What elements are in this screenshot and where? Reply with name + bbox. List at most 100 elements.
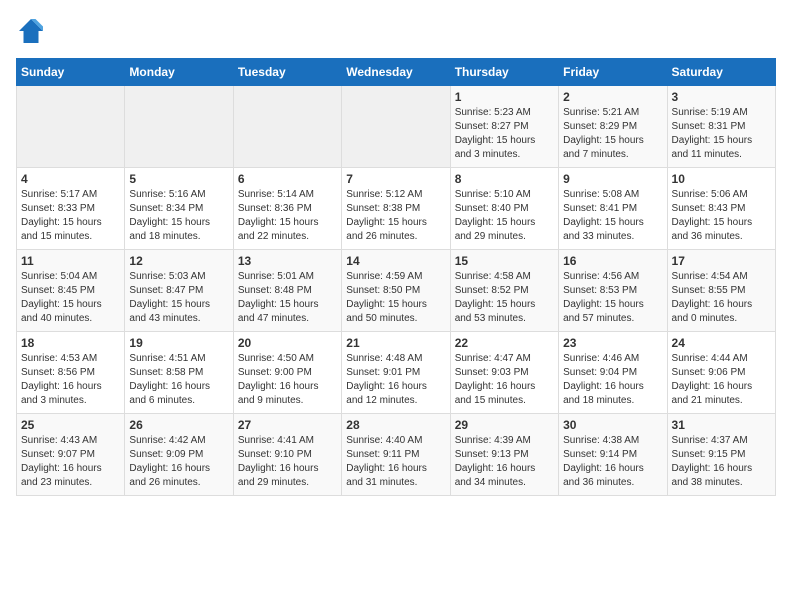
calendar-cell: 10 Sunrise: 5:06 AM Sunset: 8:43 PM Dayli…	[667, 168, 775, 250]
weekday-header-thursday: Thursday	[450, 59, 558, 86]
day-info: Sunrise: 4:50 AM Sunset: 9:00 PM Dayligh…	[238, 352, 337, 408]
day-number: 23	[563, 336, 662, 350]
calendar-cell: 13Sunrise: 5:01 AM Sunset: 8:48 PM Dayli…	[233, 250, 341, 332]
day-info: Sunrise: 4:37 AM Sunset: 9:15 PM Dayligh…	[672, 434, 771, 490]
day-number: 4	[21, 172, 120, 186]
day-number: 22	[455, 336, 554, 350]
calendar-cell: 19 Sunrise: 4:51 AM Sunset: 8:58 PM Dayli…	[125, 332, 233, 414]
day-info: Sunrise: 5:19 AM Sunset: 8:31 PM Dayligh…	[672, 106, 771, 162]
day-number: 10	[672, 172, 771, 186]
day-info: Sunrise: 5:03 AM Sunset: 8:47 PM Dayligh…	[129, 270, 228, 326]
day-number: 24	[672, 336, 771, 350]
day-info: Sunrise: 5:10 AM Sunset: 8:40 PM Dayligh…	[455, 188, 554, 244]
week-row-4: 18 Sunrise: 4:53 AM Sunset: 8:56 PM Dayli…	[17, 332, 776, 414]
week-row-5: 25 Sunrise: 4:43 AM Sunset: 9:07 PM Dayli…	[17, 414, 776, 496]
calendar-cell: 2 Sunrise: 5:21 AM Sunset: 8:29 PM Daylig…	[559, 86, 667, 168]
calendar-cell: 27 Sunrise: 4:41 AM Sunset: 9:10 PM Dayli…	[233, 414, 341, 496]
calendar-cell: 14 Sunrise: 4:59 AM Sunset: 8:50 PM Dayli…	[342, 250, 450, 332]
day-number: 20	[238, 336, 337, 350]
day-number: 14	[346, 254, 445, 268]
day-info: Sunrise: 4:41 AM Sunset: 9:10 PM Dayligh…	[238, 434, 337, 490]
day-number: 18	[21, 336, 120, 350]
day-info: Sunrise: 5:21 AM Sunset: 8:29 PM Dayligh…	[563, 106, 662, 162]
day-number: 6	[238, 172, 337, 186]
calendar-cell: 20 Sunrise: 4:50 AM Sunset: 9:00 PM Dayli…	[233, 332, 341, 414]
calendar-cell: 21 Sunrise: 4:48 AM Sunset: 9:01 PM Dayli…	[342, 332, 450, 414]
day-number: 15	[455, 254, 554, 268]
calendar-cell: 24 Sunrise: 4:44 AM Sunset: 9:06 PM Dayli…	[667, 332, 775, 414]
weekday-header-tuesday: Tuesday	[233, 59, 341, 86]
day-info: Sunrise: 4:40 AM Sunset: 9:11 PM Dayligh…	[346, 434, 445, 490]
day-info: Sunrise: 4:51 AM Sunset: 8:58 PM Dayligh…	[129, 352, 228, 408]
logo	[16, 16, 50, 46]
day-number: 17	[672, 254, 771, 268]
day-number: 21	[346, 336, 445, 350]
calendar-cell: 6 Sunrise: 5:14 AM Sunset: 8:36 PM Daylig…	[233, 168, 341, 250]
calendar-cell: 28 Sunrise: 4:40 AM Sunset: 9:11 PM Dayli…	[342, 414, 450, 496]
day-number: 2	[563, 90, 662, 104]
weekday-header-sunday: Sunday	[17, 59, 125, 86]
day-info: Sunrise: 5:06 AM Sunset: 8:43 PM Dayligh…	[672, 188, 771, 244]
calendar-cell: 11Sunrise: 5:04 AM Sunset: 8:45 PM Dayli…	[17, 250, 125, 332]
day-info: Sunrise: 4:53 AM Sunset: 8:56 PM Dayligh…	[21, 352, 120, 408]
day-number: 27	[238, 418, 337, 432]
week-row-2: 4 Sunrise: 5:17 AM Sunset: 8:33 PM Daylig…	[17, 168, 776, 250]
day-number: 13	[238, 254, 337, 268]
day-number: 16	[563, 254, 662, 268]
day-number: 28	[346, 418, 445, 432]
calendar-cell: 30Sunrise: 4:38 AM Sunset: 9:14 PM Dayli…	[559, 414, 667, 496]
day-info: Sunrise: 5:16 AM Sunset: 8:34 PM Dayligh…	[129, 188, 228, 244]
calendar-cell: 18 Sunrise: 4:53 AM Sunset: 8:56 PM Dayli…	[17, 332, 125, 414]
day-info: Sunrise: 5:23 AM Sunset: 8:27 PM Dayligh…	[455, 106, 554, 162]
weekday-header-wednesday: Wednesday	[342, 59, 450, 86]
calendar-cell: 25 Sunrise: 4:43 AM Sunset: 9:07 PM Dayli…	[17, 414, 125, 496]
day-number: 30	[563, 418, 662, 432]
calendar-cell: 16 Sunrise: 4:56 AM Sunset: 8:53 PM Dayli…	[559, 250, 667, 332]
day-info: Sunrise: 5:12 AM Sunset: 8:38 PM Dayligh…	[346, 188, 445, 244]
calendar-cell	[233, 86, 341, 168]
logo-icon	[16, 16, 46, 46]
day-info: Sunrise: 4:59 AM Sunset: 8:50 PM Dayligh…	[346, 270, 445, 326]
day-info: Sunrise: 4:54 AM Sunset: 8:55 PM Dayligh…	[672, 270, 771, 326]
day-info: Sunrise: 4:46 AM Sunset: 9:04 PM Dayligh…	[563, 352, 662, 408]
weekday-header-row: SundayMondayTuesdayWednesdayThursdayFrid…	[17, 59, 776, 86]
calendar-cell: 4 Sunrise: 5:17 AM Sunset: 8:33 PM Daylig…	[17, 168, 125, 250]
day-number: 9	[563, 172, 662, 186]
day-info: Sunrise: 5:04 AM Sunset: 8:45 PM Dayligh…	[21, 270, 120, 326]
calendar-cell: 29Sunrise: 4:39 AM Sunset: 9:13 PM Dayli…	[450, 414, 558, 496]
day-info: Sunrise: 4:44 AM Sunset: 9:06 PM Dayligh…	[672, 352, 771, 408]
calendar-cell: 17 Sunrise: 4:54 AM Sunset: 8:55 PM Dayli…	[667, 250, 775, 332]
calendar-cell: 5 Sunrise: 5:16 AM Sunset: 8:34 PM Daylig…	[125, 168, 233, 250]
week-row-1: 1 Sunrise: 5:23 AM Sunset: 8:27 PM Daylig…	[17, 86, 776, 168]
day-number: 5	[129, 172, 228, 186]
day-number: 1	[455, 90, 554, 104]
calendar-cell: 7 Sunrise: 5:12 AM Sunset: 8:38 PM Daylig…	[342, 168, 450, 250]
calendar-cell: 9 Sunrise: 5:08 AM Sunset: 8:41 PM Daylig…	[559, 168, 667, 250]
day-number: 25	[21, 418, 120, 432]
day-info: Sunrise: 5:14 AM Sunset: 8:36 PM Dayligh…	[238, 188, 337, 244]
calendar-cell: 12 Sunrise: 5:03 AM Sunset: 8:47 PM Dayli…	[125, 250, 233, 332]
day-number: 7	[346, 172, 445, 186]
day-info: Sunrise: 5:08 AM Sunset: 8:41 PM Dayligh…	[563, 188, 662, 244]
calendar-cell: 23 Sunrise: 4:46 AM Sunset: 9:04 PM Dayli…	[559, 332, 667, 414]
day-info: Sunrise: 4:42 AM Sunset: 9:09 PM Dayligh…	[129, 434, 228, 490]
day-number: 19	[129, 336, 228, 350]
day-info: Sunrise: 4:43 AM Sunset: 9:07 PM Dayligh…	[21, 434, 120, 490]
day-info: Sunrise: 4:56 AM Sunset: 8:53 PM Dayligh…	[563, 270, 662, 326]
day-info: Sunrise: 4:48 AM Sunset: 9:01 PM Dayligh…	[346, 352, 445, 408]
day-info: Sunrise: 4:47 AM Sunset: 9:03 PM Dayligh…	[455, 352, 554, 408]
day-number: 31	[672, 418, 771, 432]
calendar-table: SundayMondayTuesdayWednesdayThursdayFrid…	[16, 58, 776, 496]
day-number: 12	[129, 254, 228, 268]
calendar-cell	[342, 86, 450, 168]
calendar-cell: 8 Sunrise: 5:10 AM Sunset: 8:40 PM Daylig…	[450, 168, 558, 250]
day-info: Sunrise: 5:17 AM Sunset: 8:33 PM Dayligh…	[21, 188, 120, 244]
calendar-cell: 31 Sunrise: 4:37 AM Sunset: 9:15 PM Dayli…	[667, 414, 775, 496]
day-number: 8	[455, 172, 554, 186]
weekday-header-monday: Monday	[125, 59, 233, 86]
calendar-cell	[17, 86, 125, 168]
day-number: 3	[672, 90, 771, 104]
weekday-header-friday: Friday	[559, 59, 667, 86]
weekday-header-saturday: Saturday	[667, 59, 775, 86]
calendar-cell	[125, 86, 233, 168]
